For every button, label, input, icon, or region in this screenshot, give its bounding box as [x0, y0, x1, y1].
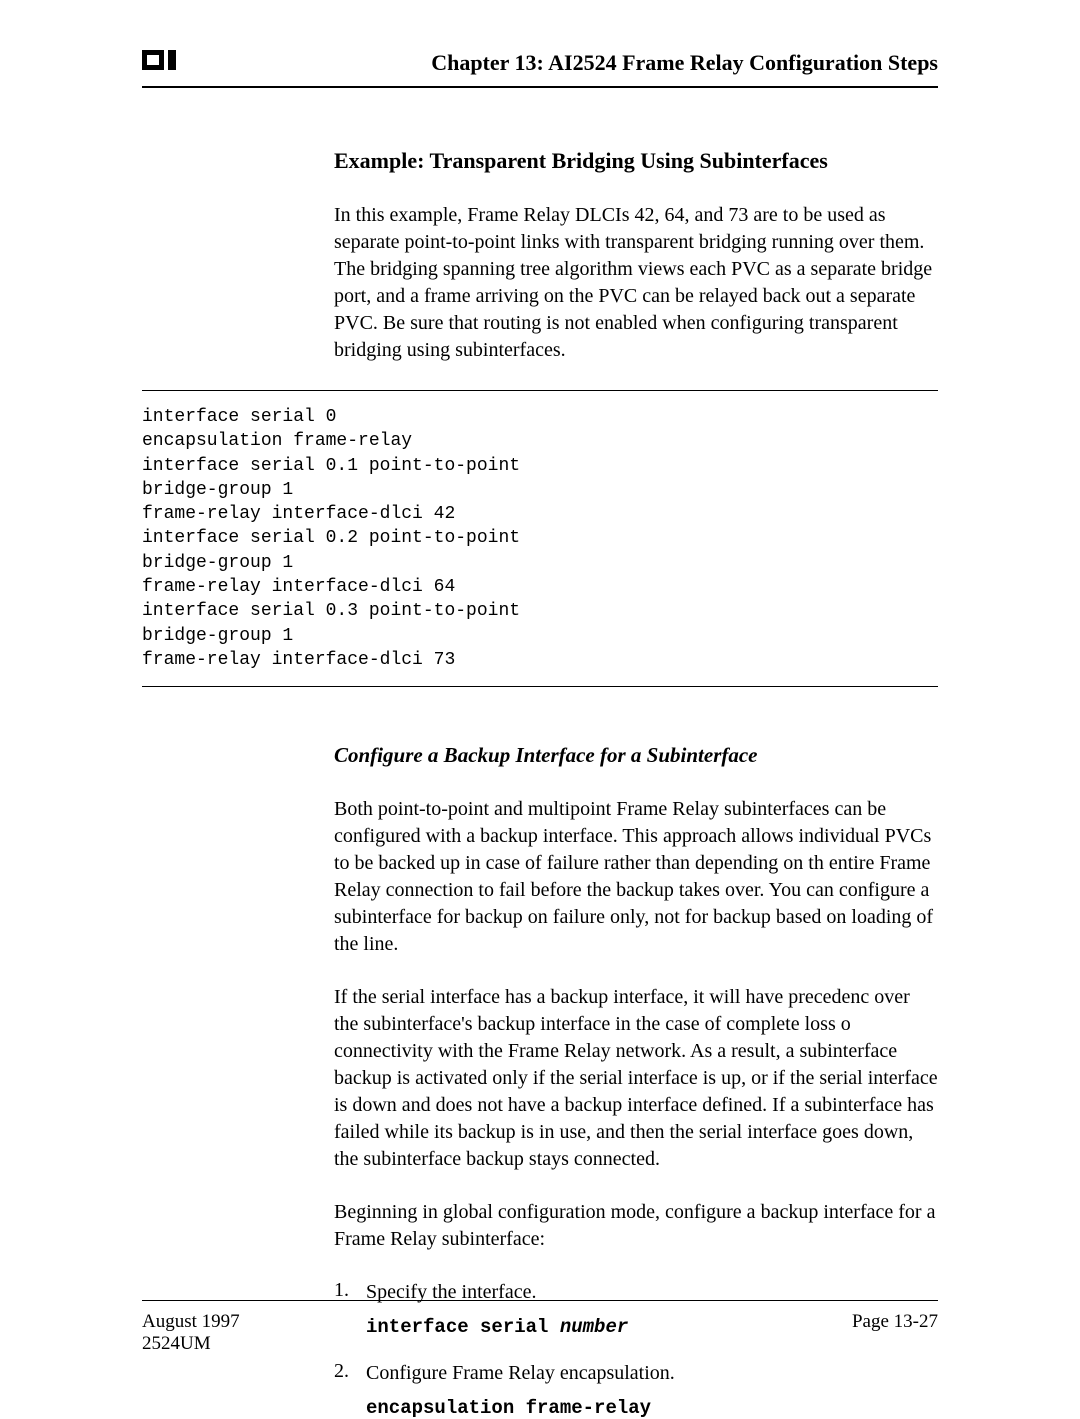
- subsection-heading-backup: Configure a Backup Interface for a Subin…: [334, 743, 938, 768]
- page-header: Chapter 13: AI2524 Frame Relay Configura…: [142, 50, 938, 88]
- step-text: Configure Frame Relay encapsulation.: [366, 1360, 675, 1387]
- body-paragraph: In this example, Frame Relay DLCIs 42, 6…: [334, 202, 938, 364]
- footer-date: August 1997: [142, 1311, 240, 1333]
- footer-page-number: Page 13-27: [852, 1311, 938, 1355]
- footer-doc-id: 2524UM: [142, 1333, 240, 1355]
- code-block-container: interface serial 0 encapsulation frame-r…: [142, 390, 938, 687]
- page-footer: August 1997 2524UM Page 13-27: [142, 1300, 938, 1355]
- main-column: Example: Transparent Bridging Using Subi…: [334, 148, 938, 364]
- step-item: 2. Configure Frame Relay encapsulation.: [334, 1360, 938, 1387]
- command-line: encapsulation frame-relay: [366, 1397, 938, 1419]
- command-keyword: encapsulation frame-relay: [366, 1397, 651, 1419]
- brand-logo-icon: [142, 50, 178, 74]
- chapter-title: Chapter 13: AI2524 Frame Relay Configura…: [431, 50, 938, 76]
- step-number: 2.: [334, 1360, 366, 1387]
- section-heading-example: Example: Transparent Bridging Using Subi…: [334, 148, 938, 174]
- body-paragraph: Both point-to-point and multipoint Frame…: [334, 796, 938, 958]
- code-block: interface serial 0 encapsulation frame-r…: [142, 405, 938, 672]
- body-paragraph: Beginning in global configuration mode, …: [334, 1199, 938, 1253]
- body-paragraph: If the serial interface has a backup int…: [334, 984, 938, 1173]
- footer-left: August 1997 2524UM: [142, 1311, 240, 1355]
